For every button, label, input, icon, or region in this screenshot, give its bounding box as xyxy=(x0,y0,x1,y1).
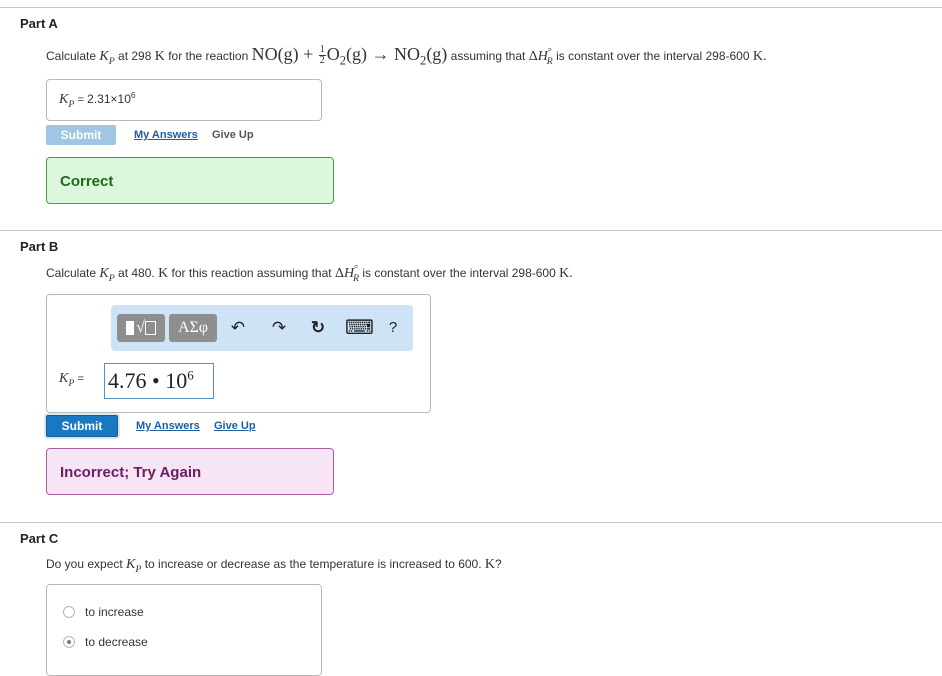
part-b-give-up-link[interactable]: Give Up xyxy=(214,420,256,432)
kp-symbol: KP xyxy=(99,49,115,67)
part-a-question: Calculate KP at 298 K for the reaction N… xyxy=(46,44,767,68)
part-b-submit-button[interactable]: Submit xyxy=(46,415,118,437)
part-a-feedback-correct: Correct xyxy=(46,157,334,204)
option-increase-label[interactable]: to increase xyxy=(85,605,144,619)
part-a-top-rule xyxy=(0,7,942,8)
part-b-kp-label: KP = xyxy=(59,371,85,389)
undo-icon[interactable]: ↶ xyxy=(226,316,250,340)
equation-toolbar: √ ΑΣφ ↶ ↷ ↻ ⌨ ? xyxy=(111,305,413,351)
part-b-question: Calculate KP at 480. K for this reaction… xyxy=(46,263,573,284)
template-sqrt-button[interactable]: √ xyxy=(117,314,165,342)
part-b-my-answers-link[interactable]: My Answers xyxy=(136,420,200,432)
option-increase-radio[interactable] xyxy=(63,606,75,618)
part-a-my-answers-link[interactable]: My Answers xyxy=(134,129,198,141)
keyboard-icon[interactable]: ⌨ xyxy=(345,316,374,340)
part-c-title: Part C xyxy=(20,531,59,546)
greek-symbols-button[interactable]: ΑΣφ xyxy=(169,314,217,342)
part-b-answer-box: √ ΑΣφ ↶ ↷ ↻ ⌨ ? KP = 4.76 • 106 xyxy=(46,294,431,413)
part-b-title: Part B xyxy=(20,239,59,254)
part-c-question: Do you expect KP to increase or decrease… xyxy=(46,557,502,575)
delta-h-symbol: ΔH°R xyxy=(334,263,359,284)
option-decrease-radio[interactable] xyxy=(63,636,75,648)
redo-icon[interactable]: ↷ xyxy=(267,316,291,340)
reaction-equation: NO(g) + 1 2 O2(g) → NO2(g) xyxy=(251,44,448,68)
reset-icon[interactable]: ↻ xyxy=(306,316,330,340)
part-a-title: Part A xyxy=(20,16,58,31)
part-a-answer-box: KP = 2.31×106 xyxy=(46,79,322,121)
part-a-submit-button[interactable]: Submit xyxy=(46,125,116,145)
option-decrease-label[interactable]: to decrease xyxy=(85,635,148,649)
delta-h-symbol: ΔH°R xyxy=(528,46,553,67)
part-b-feedback-incorrect: Incorrect; Try Again xyxy=(46,448,334,495)
part-b-answer-input[interactable]: 4.76 • 106 xyxy=(104,363,214,399)
part-a-give-up-link[interactable]: Give Up xyxy=(212,129,254,141)
radio-selected-dot xyxy=(67,640,71,644)
part-c-top-rule xyxy=(0,522,942,523)
part-c-options-box: to increase to decrease xyxy=(46,584,322,676)
part-b-top-rule xyxy=(0,230,942,231)
help-icon[interactable]: ? xyxy=(381,316,405,340)
part-a-answer: KP = 2.31×106 xyxy=(59,90,136,110)
